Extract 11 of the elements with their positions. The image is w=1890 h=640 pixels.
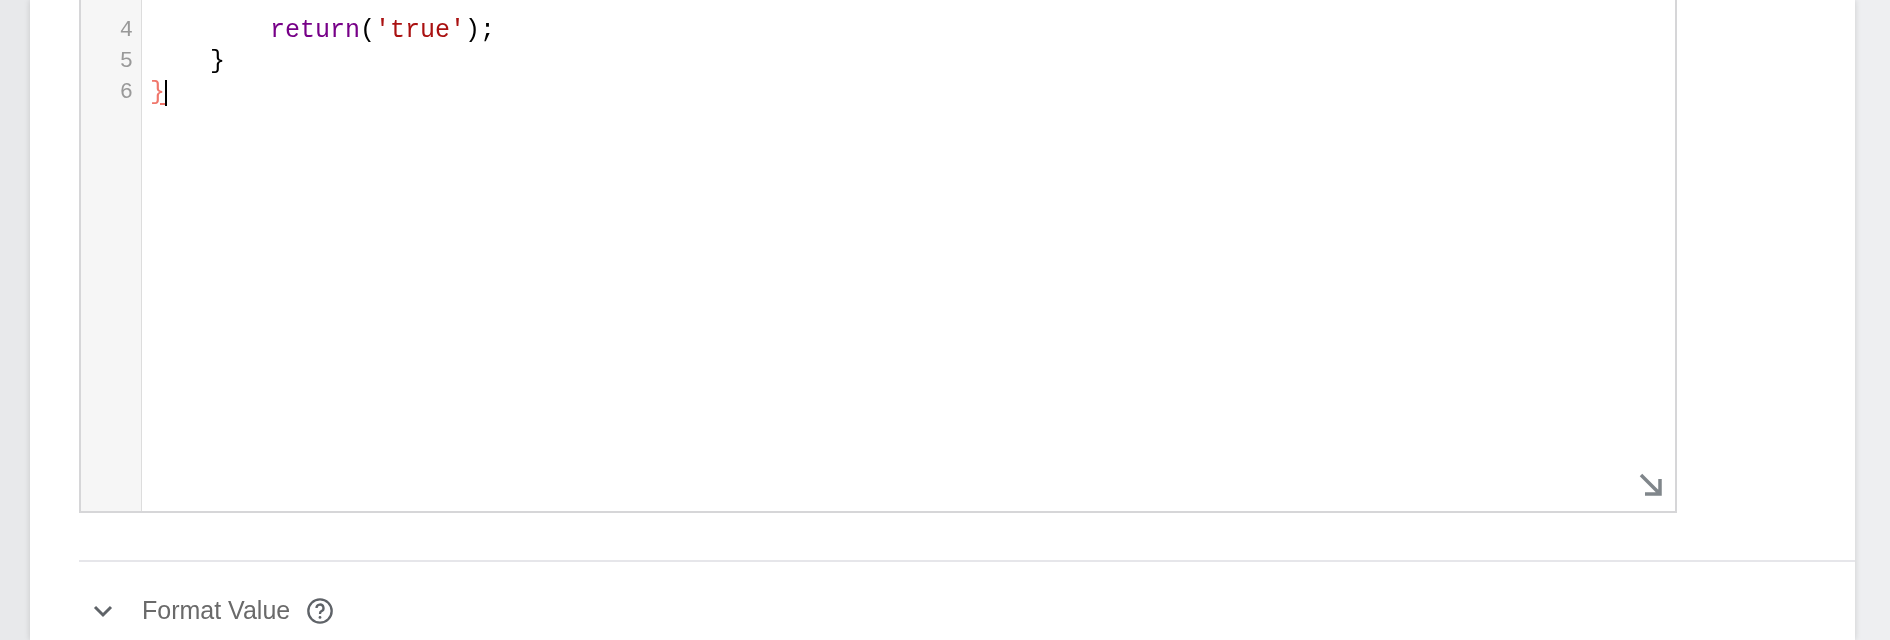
line-number: 6 — [118, 79, 134, 107]
format-value-section-header[interactable]: Format Value — [79, 595, 1855, 627]
resize-handle-icon[interactable] — [1639, 473, 1663, 497]
code-line: return('true'); — [269, 15, 496, 46]
help-icon[interactable] — [306, 597, 335, 625]
code-line: } — [150, 77, 165, 108]
section-title: Format Value — [142, 595, 291, 627]
code-editor[interactable]: 4 5 6 return('true'); } } — [79, 0, 1677, 513]
line-number: 5 — [118, 48, 134, 76]
line-number: 4 — [118, 17, 134, 45]
code-line: } — [209, 46, 225, 77]
